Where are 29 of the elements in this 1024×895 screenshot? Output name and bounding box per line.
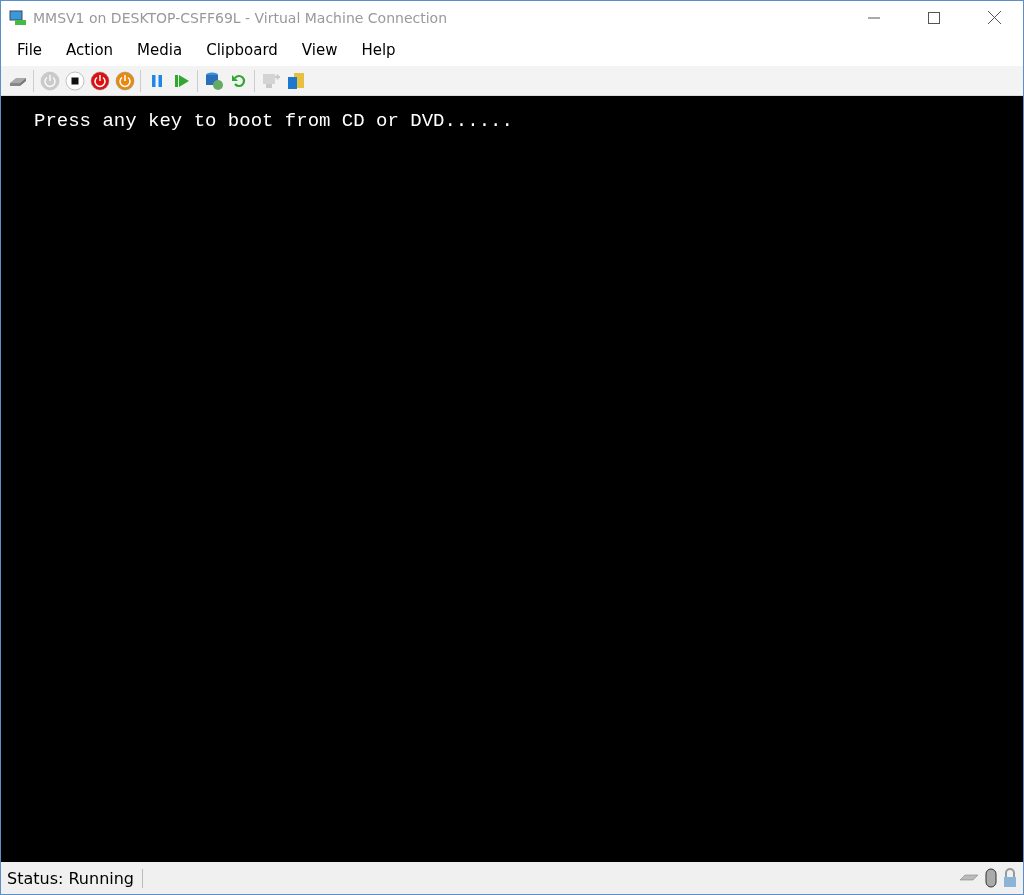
turn-off-button[interactable] (62, 68, 87, 93)
database-icon (203, 70, 224, 91)
stop-icon (64, 70, 85, 91)
vm-screen[interactable]: Press any key to boot from CD or DVD...... (1, 96, 1023, 862)
mouse-icon (985, 868, 997, 888)
menu-item[interactable]: Clipboard (194, 41, 290, 59)
pause-icon (149, 72, 164, 89)
save-button[interactable] (112, 68, 137, 93)
menu-item[interactable]: Media (125, 41, 195, 59)
power-icon (89, 70, 110, 91)
menu-item[interactable]: View (289, 41, 350, 59)
close-icon (987, 11, 1001, 24)
menu-item[interactable]: File (5, 41, 55, 59)
play-icon (173, 72, 190, 89)
window-title: MMSV1 on DESKTOP-CSFF69L - Virtual Machine Connection (33, 9, 449, 26)
maximize-icon (928, 11, 940, 24)
status-text: Status: Running (7, 868, 144, 888)
computer-icon (9, 9, 27, 26)
lock-icon (1003, 868, 1017, 888)
power-icon (39, 70, 60, 91)
menu-item[interactable]: Help (349, 41, 408, 59)
power-icon (114, 70, 135, 91)
minimize-icon (868, 16, 880, 19)
menu-item[interactable]: Action (54, 41, 126, 59)
undo-icon (230, 72, 247, 89)
files-icon (285, 70, 306, 91)
shut-down-button[interactable] (87, 68, 112, 93)
keyboard-icon (959, 874, 979, 882)
console-text: Press any key to boot from CD or DVD...... (34, 110, 514, 132)
